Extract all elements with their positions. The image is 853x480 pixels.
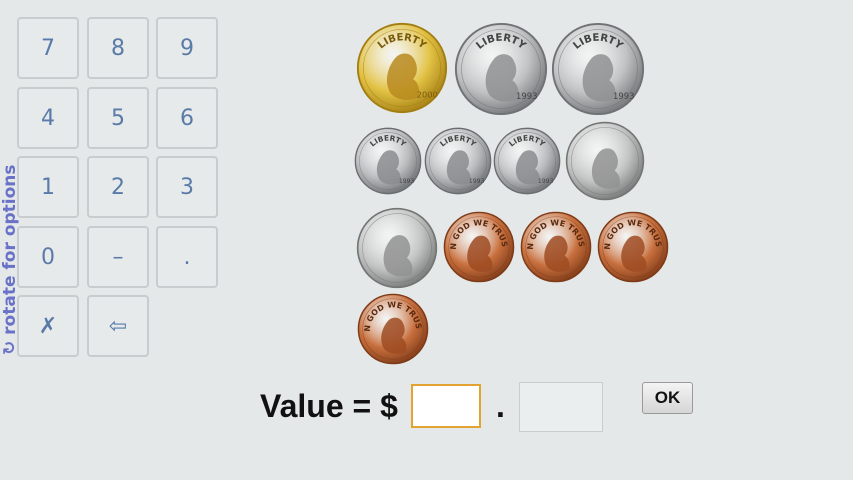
- dime-coin: LIBERTY 1993: [354, 127, 422, 195]
- coin-artwork: IN GOD WE TRUST: [443, 211, 515, 283]
- key-5[interactable]: 5: [87, 87, 149, 149]
- key-4[interactable]: 4: [17, 87, 79, 149]
- rotate-hint[interactable]: ↻ rotate for options: [0, 165, 20, 355]
- dime-coin: LIBERTY 1993: [424, 127, 492, 195]
- coin-artwork: LIBERTY 1993: [551, 22, 645, 116]
- coin-artwork: [565, 121, 645, 201]
- nickel-coin: [565, 121, 645, 201]
- svg-text:1993: 1993: [399, 178, 415, 185]
- penny-coin: IN GOD WE TRUST: [357, 293, 429, 365]
- svg-text:1993: 1993: [538, 178, 554, 185]
- coin-artwork: IN GOD WE TRUST: [520, 211, 592, 283]
- nickel-coin: [356, 207, 438, 289]
- quarter-coin: LIBERTY 1993: [454, 22, 548, 116]
- penny-coin: IN GOD WE TRUST: [520, 211, 592, 283]
- value-label: Value = $: [260, 388, 398, 424]
- ok-button[interactable]: OK: [642, 382, 693, 414]
- keypad: 7 8 9 4 5 6 1 2 3 0 – . ✗ ⇦: [17, 17, 222, 362]
- coin-artwork: IN GOD WE TRUST: [597, 211, 669, 283]
- coin-artwork: IN GOD WE TRUST: [357, 293, 429, 365]
- cents-input[interactable]: [519, 382, 603, 432]
- key-7[interactable]: 7: [17, 17, 79, 79]
- coin-artwork: LIBERTY 1993: [354, 127, 422, 195]
- key-decimal[interactable]: .: [156, 226, 218, 288]
- key-1[interactable]: 1: [17, 156, 79, 218]
- svg-text:2000: 2000: [417, 89, 438, 99]
- coin-artwork: LIBERTY 1993: [424, 127, 492, 195]
- penny-coin: IN GOD WE TRUST: [597, 211, 669, 283]
- dollar-coin: LIBERTY 2000: [356, 22, 448, 114]
- key-minus[interactable]: –: [87, 226, 149, 288]
- clear-button[interactable]: ✗: [17, 295, 79, 357]
- key-0[interactable]: 0: [17, 226, 79, 288]
- coin-artwork: LIBERTY 1993: [493, 127, 561, 195]
- key-6[interactable]: 6: [156, 87, 218, 149]
- penny-coin: IN GOD WE TRUST: [443, 211, 515, 283]
- decimal-separator: .: [496, 388, 505, 424]
- coin-artwork: LIBERTY 1993: [454, 22, 548, 116]
- key-9[interactable]: 9: [156, 17, 218, 79]
- svg-text:1993: 1993: [469, 178, 485, 185]
- key-3[interactable]: 3: [156, 156, 218, 218]
- backspace-button[interactable]: ⇦: [87, 295, 149, 357]
- key-8[interactable]: 8: [87, 17, 149, 79]
- svg-text:1993: 1993: [613, 91, 635, 101]
- coin-artwork: LIBERTY 2000: [356, 22, 448, 114]
- quarter-coin: LIBERTY 1993: [551, 22, 645, 116]
- key-2[interactable]: 2: [87, 156, 149, 218]
- coin-artwork: [356, 207, 438, 289]
- svg-text:1993: 1993: [516, 91, 538, 101]
- dime-coin: LIBERTY 1993: [493, 127, 561, 195]
- dollars-input[interactable]: [411, 384, 481, 428]
